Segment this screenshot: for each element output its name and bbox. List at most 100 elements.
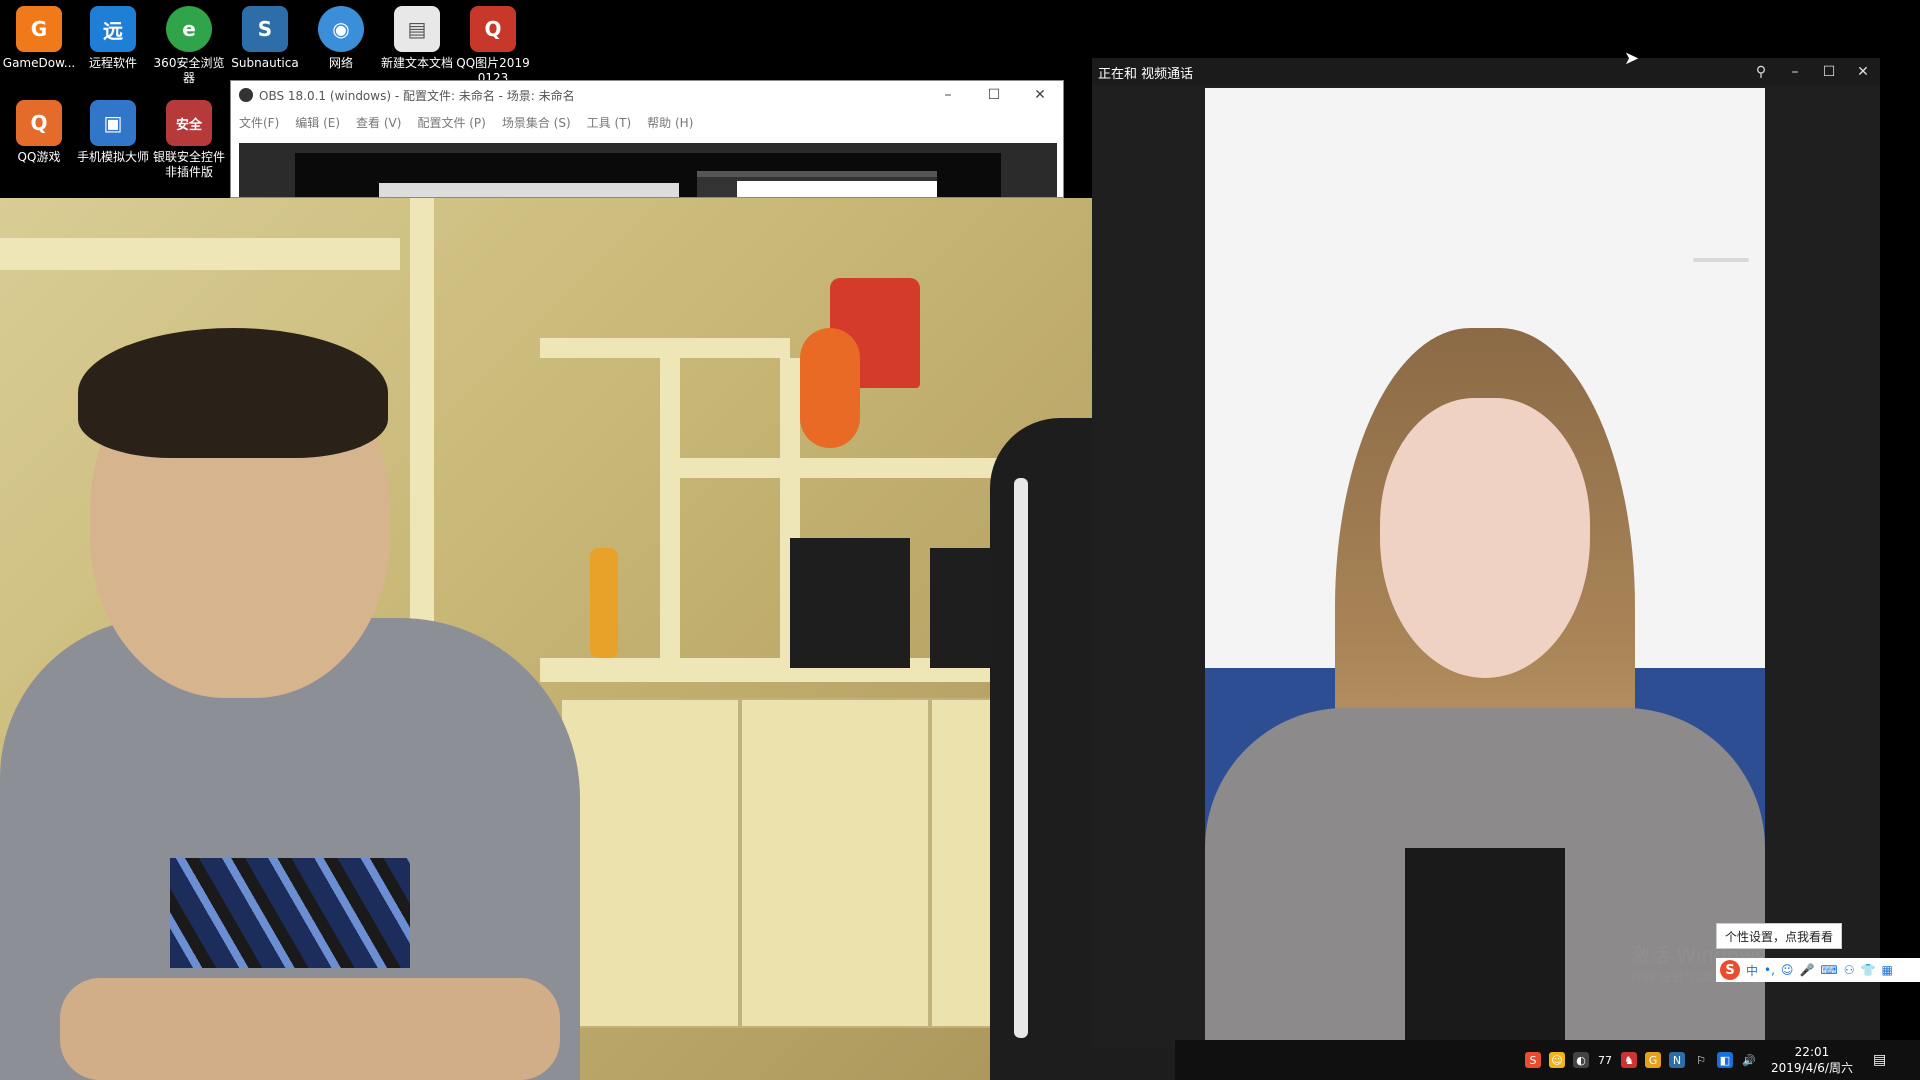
qq-game-icon: Q: [16, 100, 62, 146]
menu-tools[interactable]: 工具 (T): [587, 114, 632, 131]
emoji-icon[interactable]: ☺: [1781, 963, 1794, 977]
obs-preview[interactable]: [239, 143, 1057, 197]
tray-app-icon[interactable]: 77: [1597, 1052, 1613, 1068]
desktop-icon-label: 银联安全控件非插件版: [152, 150, 225, 179]
desktop-icon-qq-image[interactable]: Q QQ图片20190123: [454, 6, 532, 86]
remote-video: [1205, 88, 1765, 1048]
desktop-icon-label: Subnautica: [231, 56, 299, 70]
person-face: [1380, 398, 1590, 678]
desktop-icon-new-text-document[interactable]: ▤ 新建文本文档: [378, 6, 456, 71]
obs-menubar: 文件(F) 编辑 (E) 查看 (V) 配置文件 (P) 场景集合 (S) 工具…: [231, 109, 1063, 135]
cabinet-door: [740, 698, 930, 1028]
sogou-tray-icon[interactable]: S: [1525, 1052, 1541, 1068]
obs-window[interactable]: OBS 18.0.1 (windows) - 配置文件: 未命名 - 场景: 未…: [230, 80, 1064, 198]
gamedownloader-icon: G: [16, 6, 62, 52]
call-title: 正在和 视频通话: [1098, 66, 1194, 82]
qq-tray-icon[interactable]: ☺: [1549, 1052, 1565, 1068]
network-icon: ◉: [318, 6, 364, 52]
ime-toolbar[interactable]: S 中 •, ☺ 🎤 ⌨ ⚇ 👕 ▦: [1716, 958, 1920, 982]
desktop-icon-label: 新建文本文档: [380, 56, 453, 70]
menu-help[interactable]: 帮助 (H): [647, 114, 693, 131]
tray-app-icon[interactable]: G: [1645, 1052, 1661, 1068]
taskbar: S ☺ ◐ 77 ♞ G N ⚐ ◧ 🔊 22:01 2019/4/6/周六 ▤: [1175, 1040, 1920, 1080]
taskbar-clock[interactable]: 22:01 2019/4/6/周六: [1771, 1044, 1853, 1076]
preview-mirror-window: [379, 183, 679, 197]
menu-profile[interactable]: 配置文件 (P): [417, 114, 485, 131]
remote-software-icon: 远: [90, 6, 136, 52]
minimize-button[interactable]: –: [925, 87, 971, 103]
bottle: [590, 548, 618, 658]
desktop-icon-remote-software[interactable]: 远 远程软件: [74, 6, 152, 71]
tray-app-icon[interactable]: N: [1669, 1052, 1685, 1068]
desktop-icon-label: 远程软件: [88, 56, 137, 70]
toy-figure: [800, 328, 860, 448]
image-icon: Q: [470, 6, 516, 52]
menu-view[interactable]: 查看 (V): [356, 114, 401, 131]
pin-button[interactable]: ⚲: [1744, 64, 1778, 80]
clock-time: 22:01: [1794, 1045, 1830, 1059]
phone-emulator-icon: ▣: [90, 100, 136, 146]
desktop-icon-label: GameDow...: [2, 56, 76, 70]
system-tray: S ☺ ◐ 77 ♞ G N ⚐ ◧ 🔊: [1525, 1052, 1757, 1068]
close-button[interactable]: ✕: [1846, 64, 1880, 80]
desktop-icon-360-browser[interactable]: e 360安全浏览器: [150, 6, 228, 86]
shelf: [540, 338, 790, 358]
obs-logo-icon: [239, 88, 253, 102]
video-overlay-bar: [1693, 258, 1749, 262]
ime-tooltip[interactable]: 个性设置，点我看看: [1716, 923, 1842, 949]
close-button[interactable]: ✕: [1017, 87, 1063, 103]
toolbox-icon[interactable]: ▦: [1881, 963, 1892, 977]
desktop-icon-network[interactable]: ◉ 网络: [302, 6, 380, 71]
desktop-icon-qq-game[interactable]: Q QQ游戏: [0, 100, 78, 165]
volume-icon[interactable]: 🔊: [1741, 1052, 1757, 1068]
obs-titlebar[interactable]: OBS 18.0.1 (windows) - 配置文件: 未命名 - 场景: 未…: [231, 81, 1063, 109]
browser-icon: e: [166, 6, 212, 52]
sogou-logo-icon[interactable]: S: [1720, 960, 1740, 980]
call-titlebar[interactable]: 正在和 视频通话 ⚲ – ☐ ✕: [1092, 58, 1880, 86]
desktop-icon-phone-emulator[interactable]: ▣ 手机模拟大师: [74, 100, 152, 165]
desktop-icon-label: 手机模拟大师: [76, 150, 149, 164]
webcam-feed: [0, 198, 1175, 1080]
subnautica-icon: S: [242, 6, 288, 52]
desktop-icon-label: 360安全浏览器: [153, 56, 225, 85]
minimize-button[interactable]: –: [1778, 64, 1812, 80]
desktop-icon-label: 网络: [328, 56, 353, 70]
punctuation-icon[interactable]: •,: [1764, 963, 1775, 977]
network-tray-icon[interactable]: ⚐: [1693, 1052, 1709, 1068]
desktop-icon-gamedownloader[interactable]: G GameDow...: [0, 6, 78, 71]
desktop-icon-label: QQ游戏: [17, 150, 61, 164]
menu-edit[interactable]: 编辑 (E): [295, 114, 340, 131]
skin-icon[interactable]: 👕: [1860, 963, 1875, 977]
shirt-print: [170, 858, 410, 968]
person-top: [1405, 848, 1565, 1048]
maximize-button[interactable]: ☐: [1812, 64, 1846, 80]
desktop-icon-subnautica[interactable]: S Subnautica: [226, 6, 304, 71]
ime-mode-toggle[interactable]: 中: [1746, 962, 1758, 979]
cabinet-door: [560, 698, 740, 1028]
preview-mirror-window: [697, 171, 937, 197]
speaker: [790, 538, 910, 668]
tray-app-icon[interactable]: ◧: [1717, 1052, 1733, 1068]
clock-date: 2019/4/6/周六: [1771, 1061, 1853, 1075]
obs-preview-canvas: [295, 153, 1001, 197]
shield-icon: 安全: [166, 100, 212, 146]
text-document-icon: ▤: [394, 6, 440, 52]
menu-file[interactable]: 文件(F): [239, 114, 279, 131]
mouse-cursor-icon: ➤: [1624, 48, 1640, 69]
menu-scene-collection[interactable]: 场景集合 (S): [502, 114, 571, 131]
tray-app-icon[interactable]: ◐: [1573, 1052, 1589, 1068]
notification-center-icon[interactable]: ▤: [1873, 1052, 1886, 1068]
keyboard-icon[interactable]: ⌨: [1820, 963, 1837, 977]
shelf: [410, 198, 434, 678]
obs-title: OBS 18.0.1 (windows) - 配置文件: 未命名 - 场景: 未…: [259, 88, 575, 103]
shelf: [0, 238, 400, 270]
desktop-icon-unionpay-security[interactable]: 安全 银联安全控件非插件版: [150, 100, 228, 180]
video-call-window[interactable]: 正在和 视频通话 ⚲ – ☐ ✕: [1092, 58, 1880, 1048]
tray-app-icon[interactable]: ♞: [1621, 1052, 1637, 1068]
shelf: [660, 358, 680, 658]
user-icon[interactable]: ⚇: [1844, 963, 1855, 977]
microphone-icon[interactable]: 🎤: [1799, 963, 1814, 977]
person-hair: [78, 328, 388, 458]
person-arm: [60, 978, 560, 1080]
maximize-button[interactable]: ☐: [971, 87, 1017, 103]
